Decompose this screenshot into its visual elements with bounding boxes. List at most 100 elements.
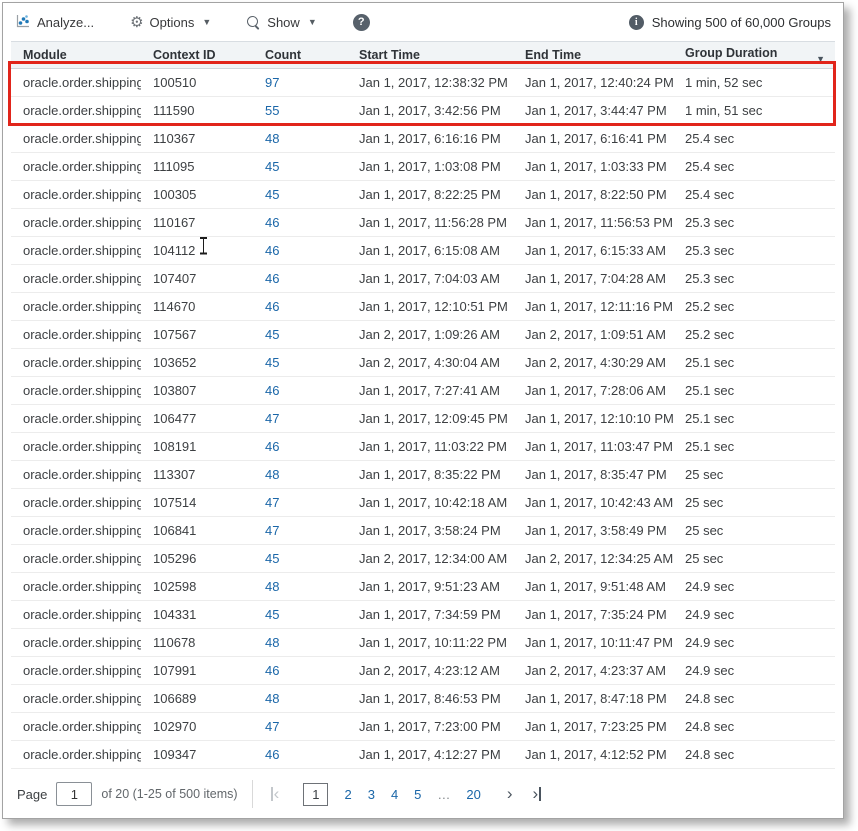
sort-dropdown-icon[interactable]: ▼ bbox=[816, 54, 825, 64]
cell-start-time: Jan 1, 2017, 8:22:25 PM bbox=[347, 181, 513, 209]
table-row[interactable]: oracle.order.shipping 100305 45 Jan 1, 2… bbox=[11, 181, 835, 209]
cell-count: 45 bbox=[253, 321, 347, 349]
column-header-group-duration[interactable]: Group Duration ▼ bbox=[673, 42, 835, 69]
table-row[interactable]: oracle.order.shipping 107407 46 Jan 1, 2… bbox=[11, 265, 835, 293]
cell-count-link[interactable]: 97 bbox=[265, 75, 279, 90]
column-header-context-id[interactable]: Context ID bbox=[141, 42, 253, 69]
cell-count: 46 bbox=[253, 433, 347, 461]
cell-count-link[interactable]: 46 bbox=[265, 299, 279, 314]
table-row[interactable]: oracle.order.shipping 100510 97 Jan 1, 2… bbox=[11, 69, 835, 97]
page-5-link[interactable]: 5 bbox=[414, 787, 421, 802]
table-row[interactable]: oracle.order.shipping 114670 46 Jan 1, 2… bbox=[11, 293, 835, 321]
cell-count-link[interactable]: 55 bbox=[265, 103, 279, 118]
table-row[interactable]: oracle.order.shipping 107567 45 Jan 2, 2… bbox=[11, 321, 835, 349]
cell-count-link[interactable]: 48 bbox=[265, 635, 279, 650]
cell-count-link[interactable]: 46 bbox=[265, 747, 279, 762]
cell-count: 45 bbox=[253, 601, 347, 629]
table-row[interactable]: oracle.order.shipping 105296 45 Jan 2, 2… bbox=[11, 545, 835, 573]
cell-start-time: Jan 2, 2017, 12:34:00 AM bbox=[347, 545, 513, 573]
cell-count: 46 bbox=[253, 293, 347, 321]
table-row[interactable]: oracle.order.shipping 108191 46 Jan 1, 2… bbox=[11, 433, 835, 461]
table-row[interactable]: oracle.order.shipping 110678 48 Jan 1, 2… bbox=[11, 629, 835, 657]
cell-count-link[interactable]: 46 bbox=[265, 215, 279, 230]
cell-count-link[interactable]: 45 bbox=[265, 159, 279, 174]
column-header-end-time[interactable]: End Time bbox=[513, 42, 673, 69]
cell-count-link[interactable]: 47 bbox=[265, 523, 279, 538]
cell-count-link[interactable]: 45 bbox=[265, 327, 279, 342]
table-row[interactable]: oracle.order.shipping 107514 47 Jan 1, 2… bbox=[11, 489, 835, 517]
cell-end-time: Jan 1, 2017, 7:23:25 PM bbox=[513, 713, 673, 741]
cell-duration: 25.1 sec bbox=[673, 433, 835, 461]
table-row[interactable]: oracle.order.shipping 111095 45 Jan 1, 2… bbox=[11, 153, 835, 181]
cell-count-link[interactable]: 46 bbox=[265, 439, 279, 454]
table-row[interactable]: oracle.order.shipping 109347 46 Jan 1, 2… bbox=[11, 741, 835, 769]
cell-duration: 24.8 sec bbox=[673, 685, 835, 713]
table-row[interactable]: oracle.order.shipping 102598 48 Jan 1, 2… bbox=[11, 573, 835, 601]
table-row[interactable]: oracle.order.shipping 110367 48 Jan 1, 2… bbox=[11, 125, 835, 153]
cell-end-time: Jan 1, 2017, 3:44:47 PM bbox=[513, 97, 673, 125]
cell-module: oracle.order.shipping bbox=[11, 489, 141, 517]
cell-count-link[interactable]: 48 bbox=[265, 691, 279, 706]
table-row[interactable]: oracle.order.shipping 107991 46 Jan 2, 2… bbox=[11, 657, 835, 685]
table-row[interactable]: oracle.order.shipping 113307 48 Jan 1, 2… bbox=[11, 461, 835, 489]
divider bbox=[252, 780, 253, 808]
cell-count-link[interactable]: 46 bbox=[265, 383, 279, 398]
cell-end-time: Jan 1, 2017, 11:56:53 PM bbox=[513, 209, 673, 237]
info-icon: i bbox=[629, 15, 644, 30]
cell-duration: 24.9 sec bbox=[673, 573, 835, 601]
page-1-current[interactable]: 1 bbox=[303, 783, 328, 806]
column-header-module[interactable]: Module bbox=[11, 42, 141, 69]
cell-count-link[interactable]: 48 bbox=[265, 131, 279, 146]
cell-count: 48 bbox=[253, 461, 347, 489]
cell-context-id: 104331 bbox=[141, 601, 253, 629]
cell-duration: 25.2 sec bbox=[673, 321, 835, 349]
table-row[interactable]: oracle.order.shipping 102970 47 Jan 1, 2… bbox=[11, 713, 835, 741]
page-number-input[interactable] bbox=[56, 782, 92, 806]
cell-count-link[interactable]: 46 bbox=[265, 243, 279, 258]
cell-module: oracle.order.shipping bbox=[11, 97, 141, 125]
cell-count-link[interactable]: 47 bbox=[265, 495, 279, 510]
cell-count: 46 bbox=[253, 377, 347, 405]
cell-count-link[interactable]: 45 bbox=[265, 607, 279, 622]
table-row[interactable]: oracle.order.shipping 111590 55 Jan 1, 2… bbox=[11, 97, 835, 125]
table-row[interactable]: oracle.order.shipping 106689 48 Jan 1, 2… bbox=[11, 685, 835, 713]
table-row[interactable]: oracle.order.shipping 106841 47 Jan 1, 2… bbox=[11, 517, 835, 545]
last-page-button[interactable]: › bbox=[533, 787, 542, 801]
column-header-start-time[interactable]: Start Time bbox=[347, 42, 513, 69]
cell-context-id: 105296 bbox=[141, 545, 253, 573]
cell-count-link[interactable]: 48 bbox=[265, 467, 279, 482]
options-button[interactable]: ⚙ Options ▼ bbox=[130, 15, 211, 30]
cell-count-link[interactable]: 47 bbox=[265, 411, 279, 426]
table-row[interactable]: oracle.order.shipping 104112 46 Jan 1, 2… bbox=[11, 237, 835, 265]
cell-count-link[interactable]: 45 bbox=[265, 355, 279, 370]
cell-duration: 25 sec bbox=[673, 489, 835, 517]
cell-start-time: Jan 1, 2017, 8:35:22 PM bbox=[347, 461, 513, 489]
cell-context-id: 100305 bbox=[141, 181, 253, 209]
page-2-link[interactable]: 2 bbox=[344, 787, 351, 802]
show-button[interactable]: Show ▼ bbox=[247, 15, 316, 30]
column-header-count[interactable]: Count bbox=[253, 42, 347, 69]
cell-duration: 25.3 sec bbox=[673, 237, 835, 265]
cell-context-id: 109347 bbox=[141, 741, 253, 769]
cell-count-link[interactable]: 46 bbox=[265, 271, 279, 286]
page-4-link[interactable]: 4 bbox=[391, 787, 398, 802]
table-row[interactable]: oracle.order.shipping 103652 45 Jan 2, 2… bbox=[11, 349, 835, 377]
table-row[interactable]: oracle.order.shipping 103807 46 Jan 1, 2… bbox=[11, 377, 835, 405]
cell-start-time: Jan 1, 2017, 12:09:45 PM bbox=[347, 405, 513, 433]
page-20-link[interactable]: 20 bbox=[466, 787, 480, 802]
cell-count-link[interactable]: 45 bbox=[265, 187, 279, 202]
cell-module: oracle.order.shipping bbox=[11, 153, 141, 181]
page-3-link[interactable]: 3 bbox=[368, 787, 375, 802]
analyze-button[interactable]: Analyze... bbox=[15, 13, 94, 32]
help-icon[interactable]: ? bbox=[353, 14, 370, 31]
cell-start-time: Jan 1, 2017, 11:03:22 PM bbox=[347, 433, 513, 461]
next-page-button[interactable]: › bbox=[507, 788, 513, 800]
table-row[interactable]: oracle.order.shipping 110167 46 Jan 1, 2… bbox=[11, 209, 835, 237]
cell-count-link[interactable]: 48 bbox=[265, 579, 279, 594]
cell-count-link[interactable]: 46 bbox=[265, 663, 279, 678]
cell-module: oracle.order.shipping bbox=[11, 545, 141, 573]
cell-count-link[interactable]: 45 bbox=[265, 551, 279, 566]
cell-count-link[interactable]: 47 bbox=[265, 719, 279, 734]
table-row[interactable]: oracle.order.shipping 106477 47 Jan 1, 2… bbox=[11, 405, 835, 433]
table-row[interactable]: oracle.order.shipping 104331 45 Jan 1, 2… bbox=[11, 601, 835, 629]
